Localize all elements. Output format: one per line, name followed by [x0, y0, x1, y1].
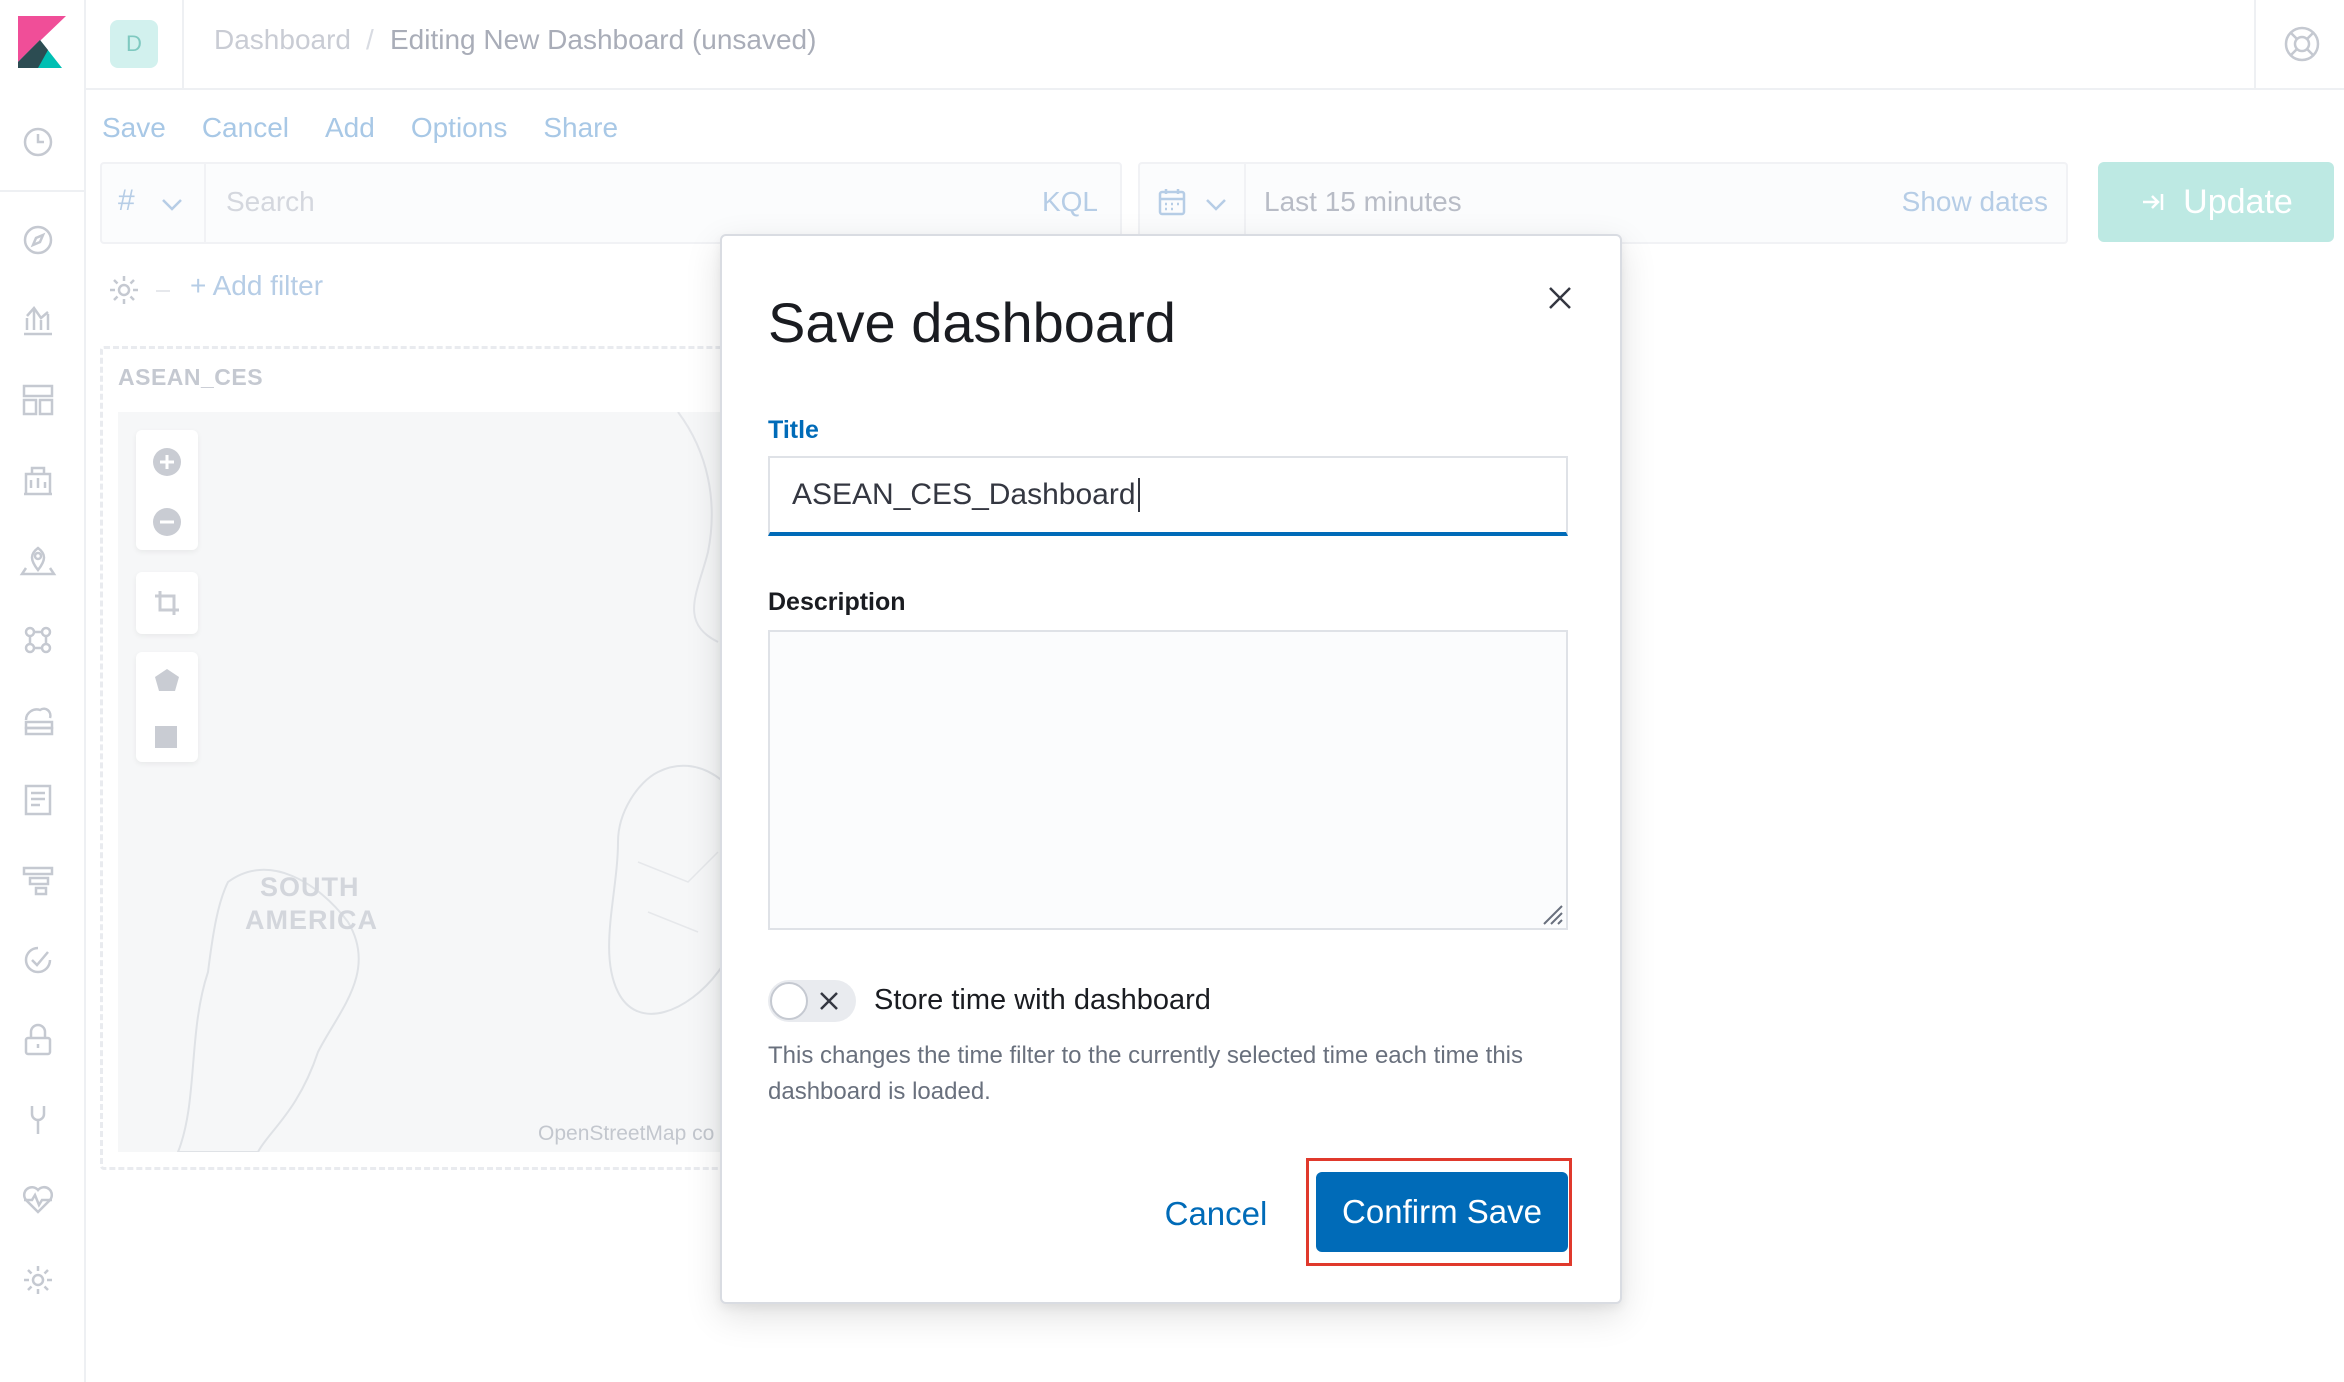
dashboard-top-nav: Save Cancel Add Options Share	[102, 112, 618, 144]
cancel-menu-item[interactable]: Cancel	[202, 112, 289, 144]
header-divider	[2254, 0, 2256, 88]
top-header: D Dashboard / Editing New Dashboard (uns…	[0, 0, 2344, 90]
toggle-knob	[770, 982, 808, 1020]
share-menu-item[interactable]: Share	[543, 112, 618, 144]
clock-icon[interactable]	[18, 122, 58, 162]
time-picker: Last 15 minutes Show dates	[1138, 162, 2068, 244]
kql-toggle[interactable]: KQL	[1042, 186, 1098, 218]
title-input-value: ASEAN_CES_Dashboard	[792, 478, 1136, 511]
maps-icon[interactable]	[18, 540, 58, 580]
update-button[interactable]: Update	[2098, 162, 2334, 242]
show-dates-button[interactable]: Show dates	[1902, 186, 2048, 218]
quick-select-button[interactable]	[1140, 164, 1246, 242]
description-label: Description	[768, 588, 906, 616]
resize-handle-icon[interactable]	[1538, 900, 1564, 926]
close-icon[interactable]	[1540, 278, 1580, 318]
siem-icon[interactable]	[18, 1020, 58, 1060]
options-menu-item[interactable]: Options	[411, 112, 508, 144]
square-icon[interactable]	[153, 724, 179, 750]
uptime-icon[interactable]	[18, 940, 58, 980]
zoom-in-icon[interactable]	[151, 446, 183, 478]
infrastructure-icon[interactable]	[18, 700, 58, 740]
compass-icon[interactable]	[18, 220, 58, 260]
query-language-switcher[interactable]: #	[102, 164, 206, 242]
crop-icon	[155, 591, 179, 615]
dashboard-icon[interactable]	[18, 380, 58, 420]
monitoring-icon[interactable]	[18, 1180, 58, 1220]
confirm-save-button[interactable]: Confirm Save	[1316, 1172, 1568, 1252]
gear-icon[interactable]	[104, 270, 144, 310]
add-menu-item[interactable]: Add	[325, 112, 375, 144]
map-attribution[interactable]: OpenStreetMap co	[538, 1122, 714, 1146]
description-textarea[interactable]	[768, 630, 1568, 930]
canvas-icon[interactable]	[18, 460, 58, 500]
chevron-down-icon	[162, 199, 182, 211]
breadcrumb-dashboard[interactable]: Dashboard	[214, 24, 351, 56]
ml-icon[interactable]	[18, 620, 58, 660]
breadcrumb-separator: /	[366, 24, 374, 55]
help-icon[interactable]	[2280, 22, 2324, 66]
space-avatar[interactable]: D	[110, 20, 158, 68]
title-label: Title	[768, 416, 819, 444]
header-divider	[84, 0, 86, 88]
title-input[interactable]: ASEAN_CES_Dashboard	[768, 456, 1568, 536]
cancel-button[interactable]: Cancel	[1148, 1174, 1284, 1254]
add-filter-button[interactable]: + Add filter	[190, 270, 323, 302]
save-menu-item[interactable]: Save	[102, 112, 166, 144]
map-zoom-controls	[136, 430, 198, 550]
draw-tools	[136, 652, 198, 762]
zoom-out-icon[interactable]	[151, 506, 183, 538]
apm-icon[interactable]	[18, 860, 58, 900]
cross-icon	[820, 992, 838, 1010]
chevron-down-icon	[1206, 199, 1226, 211]
filter-divider	[156, 290, 170, 292]
refresh-icon	[2143, 194, 2164, 210]
store-time-help-text: This changes the time filter to the curr…	[768, 1042, 1524, 1105]
calendar-icon	[1158, 189, 1186, 216]
management-icon[interactable]	[18, 1260, 58, 1300]
visualize-icon[interactable]	[18, 300, 58, 340]
search-input[interactable]: Search	[226, 186, 315, 218]
logs-icon[interactable]	[18, 780, 58, 820]
breadcrumb-current: Editing New Dashboard (unsaved)	[390, 24, 817, 55]
dev-tools-icon[interactable]	[18, 1100, 58, 1140]
polygon-icon[interactable]	[153, 666, 181, 694]
header-divider	[182, 0, 184, 88]
panel-title: ASEAN_CES	[118, 364, 264, 390]
update-button-label: Update	[2183, 182, 2293, 221]
store-time-label[interactable]: Store time with dashboard	[874, 984, 1211, 1017]
fit-bounds-button[interactable]	[136, 572, 198, 634]
hash-icon: #	[118, 184, 135, 217]
side-nav-divider	[0, 190, 84, 192]
kibana-logo-icon[interactable]	[14, 16, 70, 68]
map-region-label: SOUTH	[260, 872, 360, 902]
store-time-toggle[interactable]	[768, 980, 856, 1022]
modal-title: Save dashboard	[768, 291, 1176, 354]
text-caret	[1137, 478, 1140, 512]
query-bar: # Search KQL	[100, 162, 1122, 244]
time-range-display[interactable]: Last 15 minutes	[1264, 186, 1462, 218]
map-region-label: AMERICA	[245, 905, 378, 935]
